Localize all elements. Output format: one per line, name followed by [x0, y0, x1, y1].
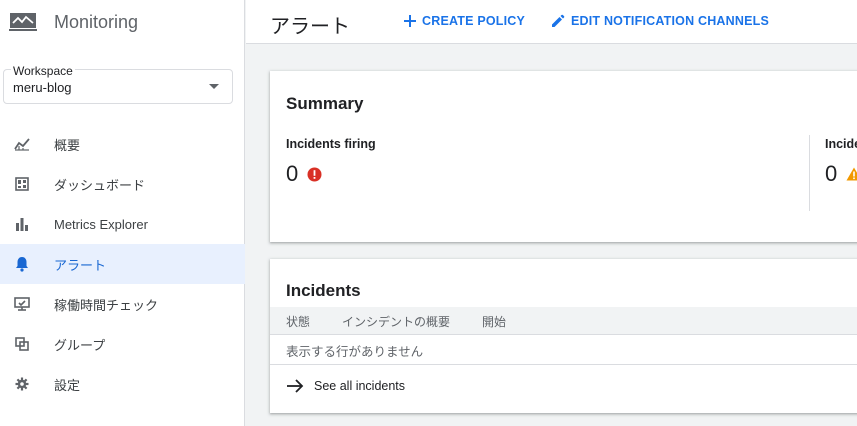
- second-metric: 0: [825, 161, 857, 187]
- plus-icon: [404, 15, 416, 27]
- edit-channels-label: EDIT NOTIFICATION CHANNELS: [571, 14, 770, 28]
- incidents-table-header: 状態 インシデントの概要 開始: [270, 307, 857, 335]
- app-title: Monitoring: [54, 11, 139, 32]
- monitor-icon: [9, 12, 37, 32]
- column-header-started[interactable]: 開始: [482, 313, 506, 330]
- sidebar-item-groups[interactable]: グループ: [0, 324, 245, 364]
- workspace-select[interactable]: Workspace meru-blog: [3, 64, 233, 104]
- sidebar-item-label: グループ: [54, 337, 106, 353]
- second-metric-label: Incide: [825, 137, 857, 151]
- second-metric-value: 0: [825, 161, 838, 186]
- incidents-firing-metric: 0: [286, 161, 322, 187]
- gear-icon: [14, 376, 30, 392]
- sidebar-item-label: ダッシュボード: [54, 177, 146, 193]
- summary-divider: [809, 135, 810, 211]
- incidents-title: Incidents: [286, 281, 361, 300]
- column-header-summary[interactable]: インシデントの概要: [342, 313, 450, 330]
- sidebar: Monitoring Workspace meru-blog 概要 ダッシュボー…: [0, 0, 245, 426]
- dashboard-icon: [14, 176, 30, 192]
- see-all-incidents-link[interactable]: See all incidents: [286, 379, 405, 393]
- sidebar-item-uptime-checks[interactable]: 稼働時間チェック: [0, 284, 245, 324]
- sidebar-nav: 概要 ダッシュボード Metrics Explorer アラート 稼働時間チェッ…: [0, 124, 245, 404]
- sidebar-item-overview[interactable]: 概要: [0, 124, 245, 164]
- workspace-value: meru-blog: [13, 80, 72, 95]
- arrow-right-icon: [286, 379, 304, 393]
- edit-notification-channels-button[interactable]: EDIT NOTIFICATION CHANNELS: [551, 14, 769, 28]
- column-header-status[interactable]: 状態: [286, 313, 310, 330]
- monitor-check-icon: [14, 296, 30, 312]
- sidebar-item-label: 概要: [54, 137, 81, 153]
- sidebar-item-metrics-explorer[interactable]: Metrics Explorer: [0, 204, 245, 244]
- incidents-firing-label: Incidents firing: [286, 137, 376, 151]
- bar-chart-icon: [14, 216, 30, 232]
- sidebar-item-label: アラート: [54, 257, 107, 273]
- brand: Monitoring: [0, 0, 244, 44]
- create-policy-button[interactable]: CREATE POLICY: [404, 14, 525, 28]
- create-policy-label: CREATE POLICY: [422, 14, 526, 28]
- sidebar-item-alerting[interactable]: アラート: [0, 244, 245, 284]
- chart-line-icon: [14, 136, 30, 152]
- see-all-incidents-label: See all incidents: [314, 379, 406, 393]
- summary-title: Summary: [286, 94, 364, 113]
- empty-table-message: 表示する行がありません: [286, 345, 424, 359]
- incidents-firing-value: 0: [286, 161, 299, 186]
- workspace-label: Workspace: [11, 64, 75, 78]
- sidebar-item-label: Metrics Explorer: [54, 216, 148, 232]
- incidents-divider: [270, 364, 857, 365]
- incidents-card: Incidents 状態 インシデントの概要 開始 表示する行がありません Se…: [270, 259, 857, 413]
- top-bar: アラート CREATE POLICY EDIT NOTIFICATION CHA…: [246, 0, 857, 44]
- bell-icon: [14, 256, 30, 272]
- warning-icon: [846, 167, 857, 181]
- caret-down-icon: [209, 84, 219, 89]
- sidebar-item-dashboards[interactable]: ダッシュボード: [0, 164, 245, 204]
- pencil-icon: [551, 14, 565, 28]
- sidebar-item-label: 設定: [54, 377, 81, 393]
- summary-card: Summary Incidents firing 0 Incide 0: [270, 71, 857, 242]
- sidebar-item-settings[interactable]: 設定: [0, 364, 245, 404]
- error-icon: [307, 167, 322, 182]
- group-icon: [14, 336, 30, 352]
- page-title: アラート: [270, 16, 350, 38]
- sidebar-item-label: 稼働時間チェック: [54, 297, 159, 313]
